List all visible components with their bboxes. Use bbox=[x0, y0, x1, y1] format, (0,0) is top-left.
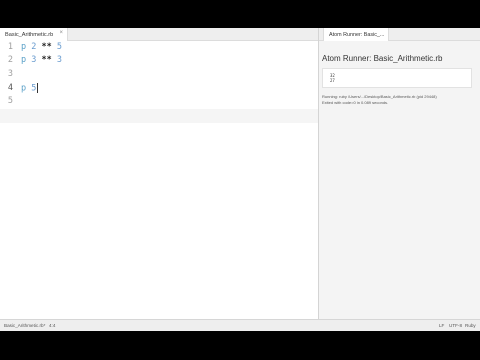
method-token: p bbox=[21, 42, 27, 52]
line-number[interactable]: 1 bbox=[0, 42, 13, 52]
editor-tab-bar: Basic_Arithmetic.rb × bbox=[0, 28, 318, 41]
editor-pane: Basic_Arithmetic.rb × 1 2 3 4 5 p 2 ** 5… bbox=[0, 28, 318, 319]
runner-title: Atom Runner: Basic_Arithmetic.rb bbox=[322, 54, 443, 63]
operator-token: ** bbox=[41, 55, 52, 65]
line-number-active[interactable]: 4 bbox=[0, 83, 13, 93]
line-number[interactable]: 5 bbox=[0, 96, 13, 106]
editor-tab-basic-arithmetic[interactable]: Basic_Arithmetic.rb × bbox=[0, 28, 68, 41]
code-line-2[interactable]: p 3 ** 3 bbox=[21, 55, 62, 65]
number-token: 5 bbox=[31, 83, 37, 94]
line-number[interactable]: 2 bbox=[0, 55, 13, 65]
code-line-1[interactable]: p 2 ** 5 bbox=[21, 42, 62, 52]
text-cursor bbox=[37, 83, 39, 93]
number-token: 3 bbox=[31, 55, 37, 65]
status-cursor-position[interactable]: 4:4 bbox=[49, 323, 55, 328]
line-number-gutter: 1 2 3 4 5 bbox=[0, 42, 16, 319]
status-grammar[interactable]: Ruby bbox=[465, 323, 476, 328]
video-letterbox-top bbox=[0, 0, 480, 28]
line-number[interactable]: 3 bbox=[0, 69, 13, 79]
atom-runner-pane: Atom Runner: Basic_... Atom Runner: Basi… bbox=[319, 28, 480, 319]
operator-token: ** bbox=[41, 42, 52, 52]
code-editor[interactable]: p 2 ** 5 p 3 ** 3 p 5 bbox=[21, 42, 318, 319]
number-token: 5 bbox=[56, 42, 62, 52]
close-icon[interactable]: × bbox=[59, 30, 63, 36]
runner-status-exit: Exited with code=0 in 0.089 seconds. bbox=[322, 100, 389, 105]
video-letterbox-bottom bbox=[0, 331, 480, 360]
atom-window: Basic_Arithmetic.rb × 1 2 3 4 5 p 2 ** 5… bbox=[0, 28, 480, 331]
runner-output: 32 27 bbox=[322, 68, 472, 88]
status-bar: Basic_Arithmetic.rb* 4:4 LF UTF-8 Ruby bbox=[0, 319, 480, 331]
method-token: p bbox=[21, 83, 27, 94]
output-line: 27 bbox=[330, 78, 335, 83]
number-token: 2 bbox=[31, 42, 37, 52]
method-token: p bbox=[21, 55, 27, 65]
number-token: 3 bbox=[56, 55, 62, 65]
runner-status-running: Running: ruby /Users/.../Desktop/Basic_A… bbox=[322, 94, 437, 99]
status-line-ending[interactable]: LF bbox=[439, 323, 444, 328]
status-encoding[interactable]: UTF-8 bbox=[449, 323, 462, 328]
runner-tab-bar: Atom Runner: Basic_... bbox=[319, 28, 480, 41]
runner-tab[interactable]: Atom Runner: Basic_... bbox=[323, 28, 389, 41]
status-file-name[interactable]: Basic_Arithmetic.rb* bbox=[4, 323, 45, 328]
editor-tab-label: Basic_Arithmetic.rb bbox=[5, 31, 54, 38]
code-line-4[interactable]: p 5 bbox=[21, 83, 39, 94]
runner-tab-label: Atom Runner: Basic_... bbox=[329, 31, 385, 38]
